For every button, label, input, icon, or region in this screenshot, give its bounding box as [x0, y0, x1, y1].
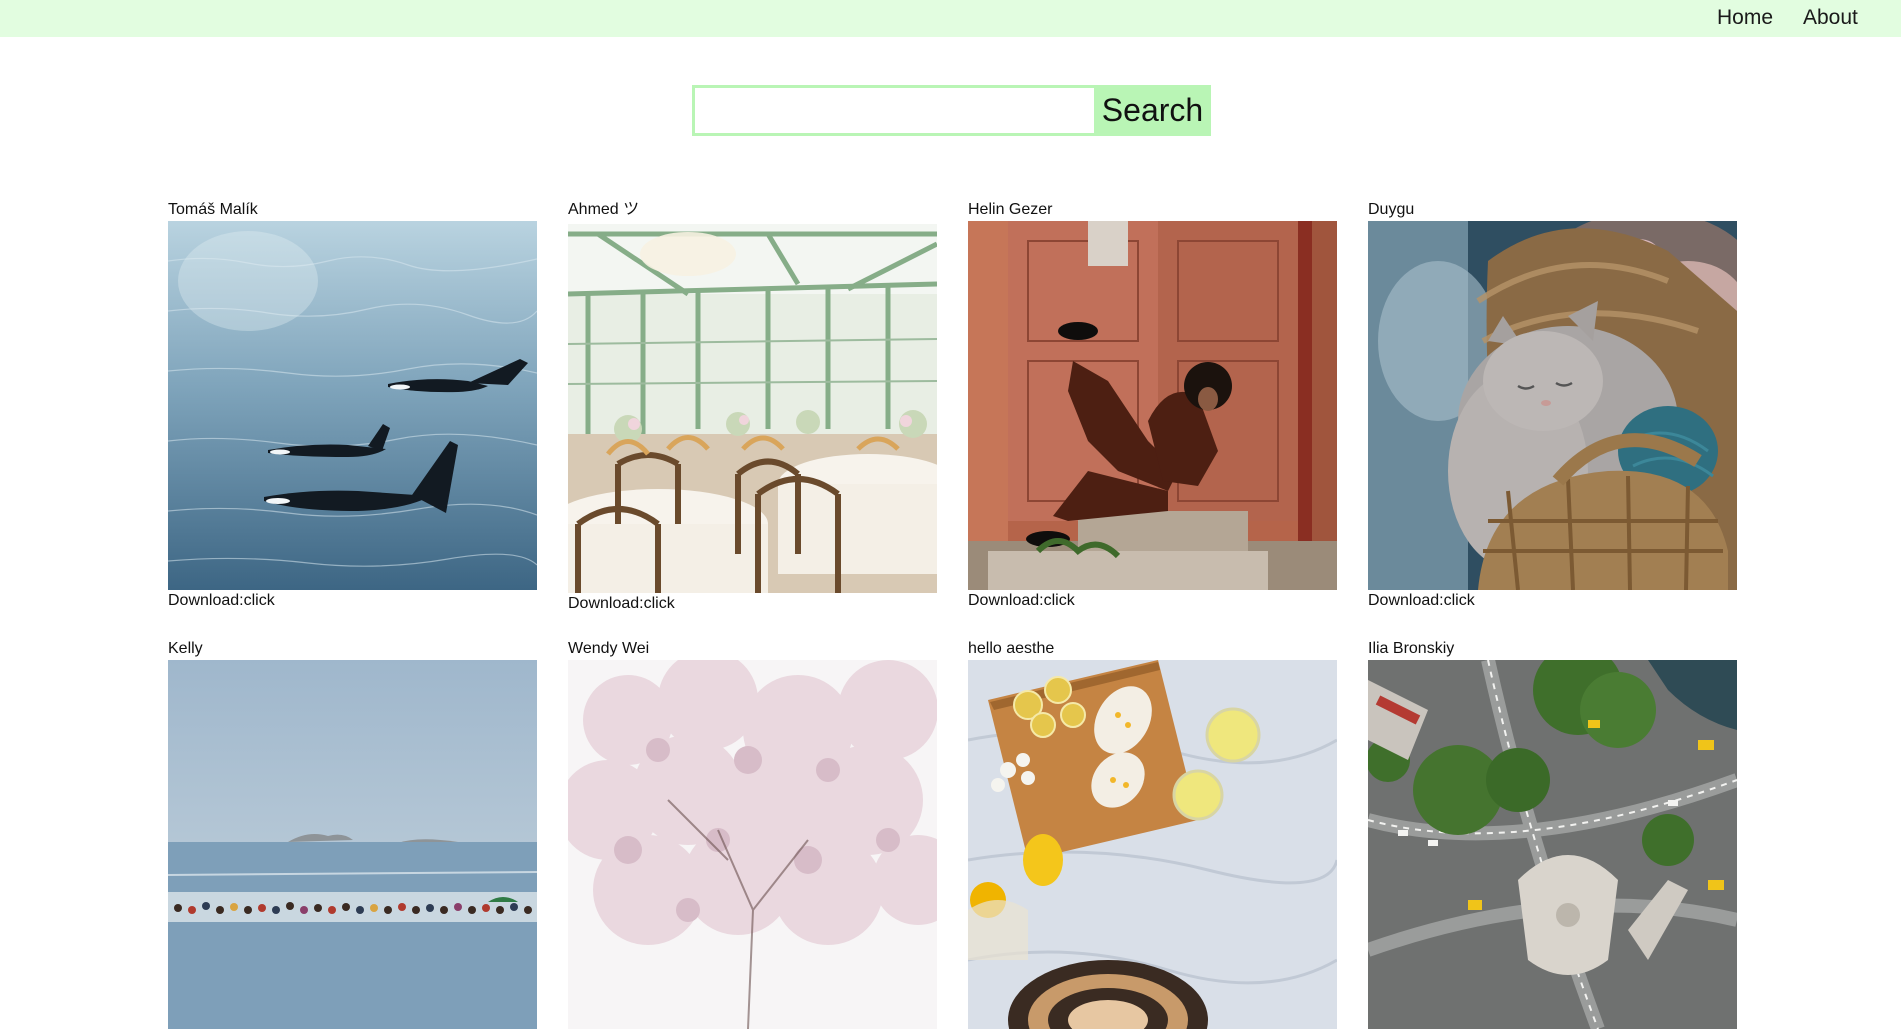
- photo-card: hello aesthe: [968, 640, 1337, 1029]
- photo-blossom-svg: [568, 660, 937, 1029]
- photo-author: Duygu: [1368, 201, 1415, 218]
- download-row: Download:click: [1368, 592, 1475, 610]
- photo-image-aerial-city[interactable]: [1368, 660, 1737, 1029]
- photo-author: Ilia Bronskiy: [1368, 640, 1455, 657]
- download-row: Download:click: [968, 592, 1075, 610]
- photo-orcas-svg: [168, 221, 537, 590]
- photo-card: Tomáš Malík Download:click: [168, 201, 537, 611]
- photo-card: Wendy Wei: [568, 640, 937, 1029]
- download-link[interactable]: click: [1044, 592, 1075, 609]
- photo-card: Ahmed ツ Download:click: [568, 201, 937, 613]
- download-label: Download:: [568, 595, 644, 612]
- photo-image-orcas[interactable]: [168, 221, 537, 590]
- download-link[interactable]: click: [644, 595, 675, 612]
- download-link[interactable]: click: [244, 592, 275, 609]
- photo-card: Duygu Download:click: [1368, 201, 1737, 611]
- download-link[interactable]: click: [1444, 592, 1475, 609]
- photo-card: Ilia Bronskiy: [1368, 640, 1737, 1029]
- search-form: Search: [692, 85, 1211, 136]
- photo-image-doorway[interactable]: [968, 221, 1337, 590]
- search-input[interactable]: [692, 85, 1112, 136]
- photo-kitten-svg: [1368, 221, 1737, 590]
- download-label: Download:: [1368, 592, 1444, 609]
- photo-author: Helin Gezer: [968, 201, 1053, 218]
- photo-doorway-svg: [968, 221, 1337, 590]
- download-row: Download:click: [568, 595, 675, 613]
- photo-author: Ahmed ツ: [568, 201, 640, 218]
- photo-picnic-svg: [968, 660, 1337, 1029]
- download-label: Download:: [968, 592, 1044, 609]
- photo-image-blossom[interactable]: [568, 660, 937, 1029]
- photo-card: Helin Gezer Download:click: [968, 201, 1337, 611]
- nav-about-link[interactable]: About: [1803, 6, 1858, 30]
- photo-aerial-city-svg: [1368, 660, 1737, 1029]
- download-row: Download:click: [168, 592, 275, 610]
- top-navbar: Home About: [0, 0, 1901, 37]
- photo-author: Wendy Wei: [568, 640, 650, 657]
- photo-card: Kelly: [168, 640, 537, 1029]
- search-button[interactable]: Search: [1094, 85, 1211, 136]
- photo-image-picnic[interactable]: [968, 660, 1337, 1029]
- photo-author: Tomáš Malík: [168, 201, 258, 218]
- photo-greenhouse-svg: [568, 224, 937, 593]
- photo-image-beach[interactable]: [168, 660, 537, 1029]
- photo-author: Kelly: [168, 640, 203, 657]
- photo-image-greenhouse[interactable]: [568, 224, 937, 593]
- nav-home-link[interactable]: Home: [1717, 6, 1773, 30]
- photo-author: hello aesthe: [968, 640, 1055, 657]
- photo-image-kitten[interactable]: [1368, 221, 1737, 590]
- photo-beach-svg: [168, 660, 537, 1029]
- download-label: Download:: [168, 592, 244, 609]
